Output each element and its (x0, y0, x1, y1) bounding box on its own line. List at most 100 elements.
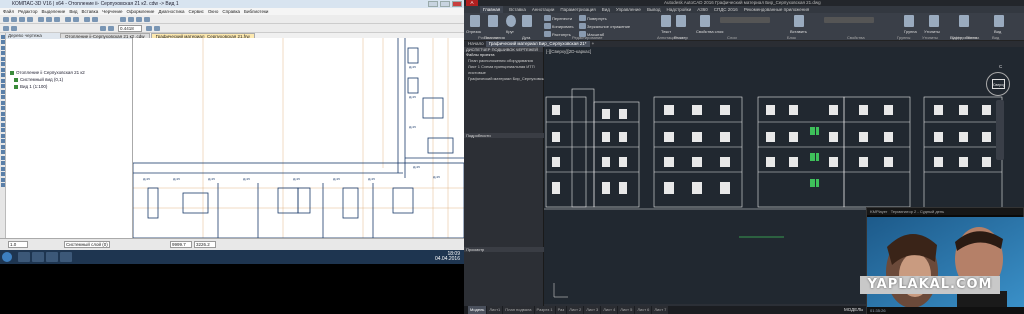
undo-icon[interactable] (65, 17, 71, 22)
tab-manage[interactable]: Управление (616, 6, 641, 13)
rotate-icon[interactable] (579, 15, 586, 21)
checkbox-icon[interactable] (14, 84, 18, 89)
clipboard-icon[interactable] (959, 15, 969, 27)
state-icon[interactable] (3, 26, 9, 31)
tab-home[interactable]: Главная (480, 6, 504, 13)
navigation-bar[interactable] (996, 100, 1004, 160)
mirror-icon[interactable] (579, 23, 586, 29)
tool-offset-icon[interactable] (1, 172, 5, 176)
text-tool-icon[interactable] (661, 15, 671, 27)
library-icon[interactable] (92, 17, 98, 22)
tool-geometry-icon[interactable] (1, 34, 5, 39)
tab-featured-apps[interactable]: Рекомендованные приложения (744, 6, 809, 13)
tool-line-icon[interactable] (1, 89, 5, 94)
tool-spec-icon[interactable] (1, 73, 5, 77)
tab-output[interactable]: Вывод (647, 6, 661, 13)
tool-dimension-icon[interactable] (1, 40, 5, 44)
menu-service[interactable]: Сервис (189, 8, 204, 15)
redo-icon[interactable] (73, 17, 79, 22)
close-icon[interactable] (452, 1, 462, 7)
cut-icon[interactable] (38, 17, 44, 22)
layout-tab[interactable]: Лист 7 (652, 306, 669, 314)
print-icon[interactable] (27, 17, 33, 22)
tool-chamfer-icon[interactable] (1, 128, 5, 132)
layout-tab[interactable]: Лист 4 (601, 306, 618, 314)
scale-field[interactable]: 1.0 (8, 241, 28, 248)
zoom-scale-icon[interactable] (108, 26, 114, 31)
coord-y-field[interactable]: 3226.2 (194, 241, 216, 248)
view-icon[interactable] (994, 15, 1004, 27)
view-cube-face[interactable]: Сверху (992, 79, 1005, 89)
grid-icon[interactable] (154, 26, 160, 31)
tab-a360[interactable]: A360 (697, 6, 708, 13)
tool-delete-icon[interactable] (1, 183, 5, 187)
tab-addins[interactable]: Надстройки (667, 6, 692, 13)
layout-tab[interactable]: Лист 3 (584, 306, 601, 314)
view-cube[interactable]: Сверху (986, 72, 1010, 96)
save-icon[interactable] (19, 17, 25, 22)
layout-tab[interactable]: План подвала (503, 306, 534, 314)
details-section[interactable]: Подробности (464, 133, 544, 138)
kompas-drawing-canvas[interactable]: Ду15 Ду15 Ду15 Ду15 Ду15 Ду15 Ду15 Ду15 Ду15 Д… (133, 38, 464, 238)
tree-item-document[interactable]: Отопление ii Серпуховская 21 к2 (6, 69, 132, 76)
menu-drawing[interactable]: Черчение (102, 8, 122, 15)
tool-reports-icon[interactable] (1, 78, 5, 83)
tool-hatch-icon[interactable] (1, 117, 5, 121)
minimize-icon[interactable] (428, 1, 438, 7)
layer-properties-icon[interactable] (700, 15, 710, 27)
tool-select-icon[interactable] (1, 67, 5, 72)
tool-rect-icon[interactable] (1, 106, 5, 110)
refresh-icon[interactable] (146, 26, 152, 31)
layout-tab-model[interactable]: Модель (468, 306, 487, 314)
model-status[interactable]: МОДЕЛЬ (844, 306, 863, 314)
zoom-fit-icon[interactable] (100, 26, 106, 31)
tool-mirror-icon[interactable] (1, 155, 5, 160)
tab-view[interactable]: Вид (602, 6, 610, 13)
tool-rotate-icon[interactable] (1, 144, 5, 149)
menu-view[interactable]: Вид (69, 8, 77, 15)
zoom-window-icon[interactable] (136, 17, 142, 22)
tool-trim-icon[interactable] (1, 133, 5, 138)
tool-break-icon[interactable] (1, 177, 5, 182)
copy-icon[interactable] (46, 17, 52, 22)
utilities-icon[interactable] (929, 15, 939, 27)
properties-dropdown[interactable] (824, 17, 874, 23)
layout-tab[interactable]: Разрез 1 (534, 306, 555, 314)
insert-block-icon[interactable] (794, 15, 804, 27)
coord-x-field[interactable]: 9999.7 (170, 241, 192, 248)
taskbar-kompas-icon[interactable] (46, 252, 58, 262)
preview-section[interactable]: Просмотр (464, 247, 544, 252)
layout-tab[interactable]: Лист 6 (635, 306, 652, 314)
tab-insert[interactable]: Вставка (509, 6, 526, 13)
tab-parametric[interactable]: Параметризация (560, 6, 595, 13)
dimension-tool-icon[interactable] (676, 15, 686, 27)
menu-diagnostics[interactable]: Диагностика (158, 8, 184, 15)
menu-libraries[interactable]: Библиотеки (244, 8, 268, 15)
menu-select[interactable]: Выделение (41, 8, 65, 15)
circle-tool-icon[interactable] (506, 15, 516, 27)
menu-format[interactable]: Оформление (126, 8, 154, 15)
new-icon[interactable] (3, 17, 9, 22)
layout-tab[interactable]: Лист 5 (618, 306, 635, 314)
zoom-field[interactable]: 0.4418 (118, 25, 142, 32)
sheet-item[interactable]: Графический материал Бир_Серпуховская (464, 76, 548, 82)
menu-insert[interactable]: Вставка (81, 8, 98, 15)
tool-param-icon[interactable] (1, 56, 5, 61)
copy-icon[interactable] (544, 23, 551, 29)
move-icon[interactable] (544, 15, 551, 21)
viewport-controls[interactable]: [-][Сверху][2D-каркас] (546, 49, 591, 54)
video-controls[interactable]: 01:35:26 (867, 307, 1024, 314)
layout-tab[interactable]: Лист 2 (567, 306, 584, 314)
group-icon[interactable] (904, 15, 914, 27)
line-tool-icon[interactable] (470, 15, 480, 27)
layout-tab[interactable]: Лист1 (487, 306, 503, 314)
tool-fillet-icon[interactable] (1, 122, 5, 127)
layout-tab[interactable]: Раз (555, 306, 567, 314)
tool-array-icon[interactable] (1, 166, 5, 171)
pan-icon[interactable] (144, 17, 150, 22)
tool-copy-icon[interactable] (1, 161, 5, 165)
tab-spds[interactable]: СПДС 2016 (714, 6, 738, 13)
tool-edit-icon[interactable] (1, 51, 5, 55)
taskbar-clock[interactable]: 18:09 04.04.2016 (435, 252, 460, 262)
open-icon[interactable] (11, 17, 17, 22)
